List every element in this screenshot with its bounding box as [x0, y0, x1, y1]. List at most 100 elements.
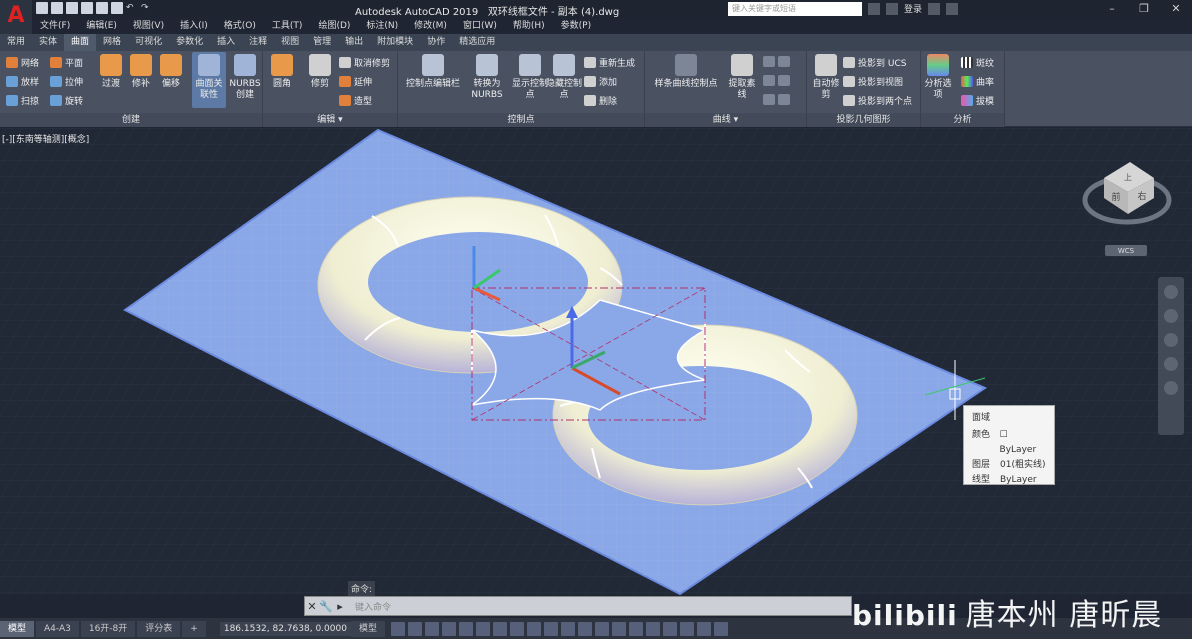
menu-file[interactable]: 文件(F) — [32, 18, 78, 34]
save-icon[interactable] — [66, 2, 78, 14]
annotation-scale-icon[interactable] — [696, 621, 711, 636]
lineweight-icon[interactable] — [543, 621, 558, 636]
remove-cv-button[interactable]: 删除 — [584, 94, 617, 107]
rebuild-button[interactable]: 重新生成 — [584, 56, 635, 69]
nurbs-creation-button[interactable]: NURBS创建 — [228, 54, 262, 101]
command-line[interactable]: ✕ 🔧 ▸ 键入命令 — [304, 596, 852, 616]
steering-wheel-icon[interactable] — [1164, 285, 1178, 299]
menu-format[interactable]: 格式(O) — [216, 18, 264, 34]
menu-window[interactable]: 窗口(W) — [455, 18, 505, 34]
extrude-button[interactable]: 拉伸 — [50, 75, 83, 88]
drawing-canvas[interactable]: 上 前 右 WCS — [0, 128, 1192, 595]
tab-solid[interactable]: 实体 — [32, 34, 64, 51]
workspace-icon[interactable] — [713, 621, 728, 636]
layout-tab-score-sheet[interactable]: 评分表 — [137, 620, 181, 637]
tab-collaborate[interactable]: 协作 — [420, 34, 452, 51]
project-two-points-button[interactable]: 投影到两个点 — [843, 94, 912, 107]
fillet-button[interactable]: 圆角 — [265, 54, 299, 90]
sculpt-button[interactable]: 造型 — [339, 94, 372, 107]
panel-title-edit[interactable]: 编辑 ▾ — [263, 113, 397, 127]
zebra-button[interactable]: 斑纹 — [961, 56, 994, 69]
curve-tool-3[interactable] — [763, 94, 790, 105]
tab-view[interactable]: 视图 — [274, 34, 306, 51]
viewcube-right-label[interactable]: 右 — [1137, 190, 1146, 202]
login-link[interactable]: 登录 — [904, 2, 922, 15]
object-snap-tracking-icon[interactable] — [509, 621, 524, 636]
add-cv-button[interactable]: 添加 — [584, 75, 617, 88]
tab-featured-apps[interactable]: 精选应用 — [452, 34, 502, 51]
tab-surface[interactable]: 曲面 — [64, 34, 97, 51]
infer-constraints-icon[interactable] — [424, 621, 439, 636]
menu-modify[interactable]: 修改(M) — [406, 18, 455, 34]
search-input[interactable]: 键入关键字或短语 — [728, 2, 862, 16]
patch-button[interactable]: 修补 — [124, 54, 158, 90]
pan-icon[interactable] — [1164, 309, 1178, 323]
viewport-controls-label[interactable]: [-][东南等轴测][概念] — [2, 132, 89, 145]
coordinate-readout[interactable]: 186.1532, 82.7638, 0.0000 — [219, 621, 351, 636]
close-command-line-icon[interactable]: ✕ — [305, 600, 319, 613]
analysis-options-button[interactable]: 分析选项 — [921, 54, 955, 101]
annotation-visibility-icon[interactable] — [662, 621, 677, 636]
curve-tool-1[interactable] — [763, 56, 790, 67]
convert-to-nurbs-button[interactable]: 转换为NURBS — [468, 54, 506, 101]
curvature-button[interactable]: 曲率 — [961, 75, 994, 88]
planar-button[interactable]: 平面 — [50, 56, 83, 69]
tab-insert[interactable]: 插入 — [210, 34, 242, 51]
loft-button[interactable]: 放样 — [6, 75, 39, 88]
tab-output[interactable]: 输出 — [338, 34, 370, 51]
print-icon[interactable] — [111, 2, 123, 14]
curve-tool-2[interactable] — [763, 75, 790, 86]
autoscale-icon[interactable] — [679, 621, 694, 636]
trim-button[interactable]: 修剪 — [303, 54, 337, 90]
close-icon[interactable]: ✕ — [1160, 0, 1192, 18]
cloud-icon[interactable] — [96, 2, 108, 14]
layout-tab-16k-8k[interactable]: 16开-8开 — [80, 620, 136, 637]
menu-help[interactable]: 帮助(H) — [505, 18, 553, 34]
showmotion-icon[interactable] — [1164, 381, 1178, 395]
selection-filter-icon[interactable] — [628, 621, 643, 636]
tab-mesh[interactable]: 网格 — [96, 34, 128, 51]
show-cv-button[interactable]: 显示控制点 — [512, 54, 548, 101]
spline-cv-button[interactable]: 样条曲线控制点 — [651, 54, 721, 90]
selection-cycling-icon[interactable] — [577, 621, 592, 636]
blend-button[interactable]: 过渡 — [94, 54, 128, 90]
redo-icon[interactable]: ↷ — [141, 2, 153, 14]
binoculars-icon[interactable] — [868, 2, 880, 15]
dynamic-input-icon[interactable] — [441, 621, 456, 636]
layout-tab-model[interactable]: 模型 — [0, 620, 35, 637]
new-file-icon[interactable] — [36, 2, 48, 14]
grid-icon[interactable] — [390, 621, 405, 636]
customize-icon[interactable]: 🔧 — [319, 600, 333, 613]
command-input[interactable]: 键入命令 — [355, 600, 391, 613]
extend-button[interactable]: 延伸 — [339, 75, 372, 88]
tab-annotate[interactable]: 注释 — [242, 34, 274, 51]
menu-dimension[interactable]: 标注(N) — [358, 18, 406, 34]
panel-title-curves[interactable]: 曲线 ▾ — [645, 113, 806, 127]
cart-icon[interactable] — [928, 2, 941, 15]
zoom-icon[interactable] — [1164, 333, 1178, 347]
draft-button[interactable]: 拔模 — [961, 94, 994, 107]
hide-cv-button[interactable]: 隐藏控制点 — [546, 54, 582, 101]
menu-view[interactable]: 视图(V) — [125, 18, 172, 34]
offset-button[interactable]: 偏移 — [154, 54, 188, 90]
undo-icon[interactable]: ↶ — [126, 2, 138, 14]
project-to-view-button[interactable]: 投影到视图 — [843, 75, 903, 88]
tab-visualize[interactable]: 可视化 — [128, 34, 169, 51]
autocad-logo-icon[interactable]: A — [0, 0, 32, 34]
menu-insert[interactable]: 插入(I) — [172, 18, 216, 34]
ortho-icon[interactable] — [458, 621, 473, 636]
cv-edit-bar-button[interactable]: 控制点编辑栏 — [402, 54, 464, 90]
3d-osnap-icon[interactable] — [594, 621, 609, 636]
polar-icon[interactable] — [475, 621, 490, 636]
drawing-viewport[interactable]: 上 前 右 WCS — [0, 128, 1192, 595]
tab-parametric[interactable]: 参数化 — [169, 34, 210, 51]
transparency-icon[interactable] — [560, 621, 575, 636]
gizmo-icon[interactable] — [645, 621, 660, 636]
menu-draw[interactable]: 绘图(D) — [310, 18, 358, 34]
extract-isolines-button[interactable]: 提取素线 — [725, 54, 759, 101]
tab-home[interactable]: 常用 — [0, 34, 32, 51]
object-snap-icon[interactable] — [526, 621, 541, 636]
sweep-button[interactable]: 扫掠 — [6, 94, 39, 107]
save-as-icon[interactable] — [81, 2, 93, 14]
help-icon[interactable] — [946, 2, 959, 15]
